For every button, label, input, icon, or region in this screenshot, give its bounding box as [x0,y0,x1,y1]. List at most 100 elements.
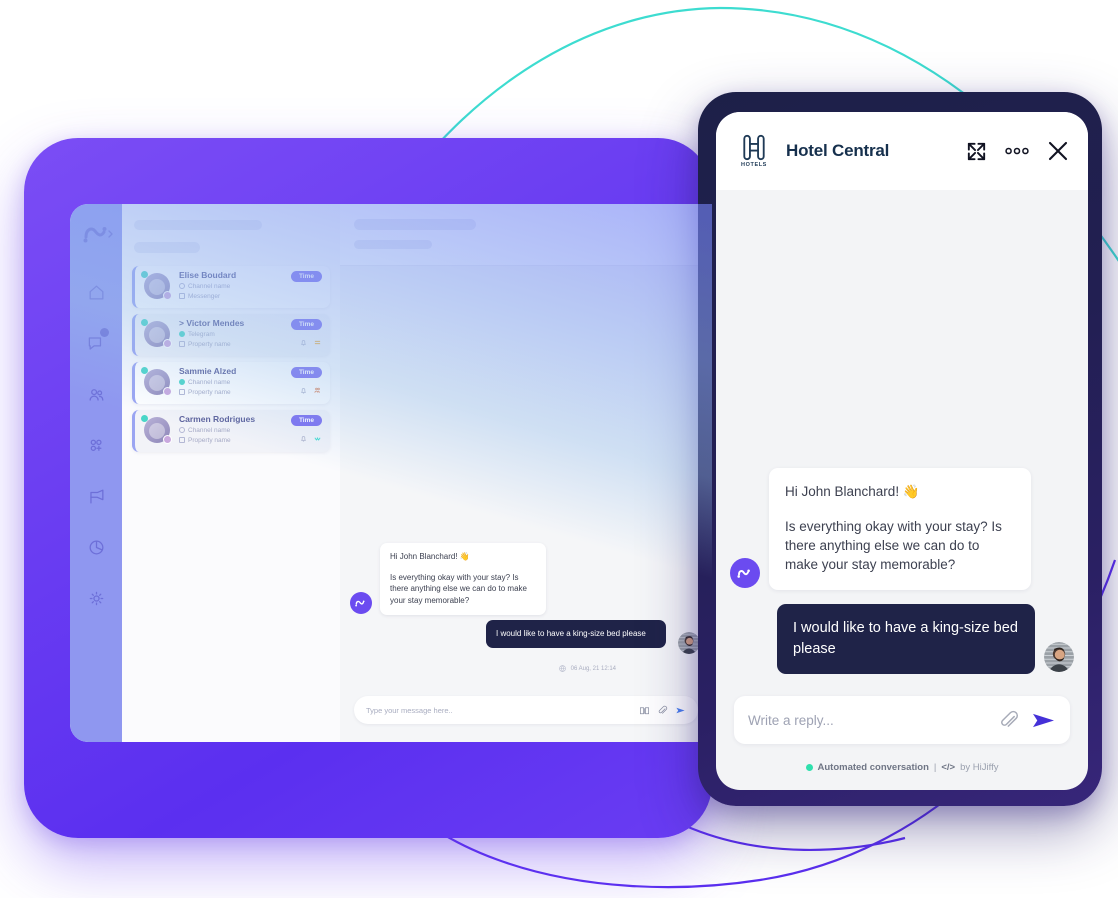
list-item-name: Carmen Rodrigues [179,414,256,424]
list-item-name: Sammie Alzed [179,366,237,376]
online-dot [141,271,148,278]
paperclip-icon[interactable] [998,710,1019,731]
check-icon [314,437,321,441]
campaigns-icon [89,489,103,503]
avatar [350,592,372,614]
conversation-list-panel: Elise Boudard Channel name Messenger Tim… [122,204,340,742]
sidebar-item-settings[interactable] [70,580,122,616]
message-line: Is everything okay with your stay? Is th… [390,572,527,605]
hijiffy-bot-icon [355,600,365,607]
input-placeholder: Type your message here.. [366,705,453,715]
sidebar-item-conversations[interactable] [70,325,122,361]
dashboard-chat-header [340,204,712,266]
list-item-actions[interactable] [299,434,322,443]
skeleton-contact-meta [354,240,432,249]
list-item[interactable]: Sammie Alzed Channel name Property name … [132,362,330,404]
message-line: I would like to have a king-size bed ple… [496,629,646,638]
send-icon[interactable] [1031,710,1056,731]
home-icon [89,285,103,299]
sidebar-item-campaigns[interactable] [70,478,122,514]
widget-message-area: Hi John Blanchard! 👋 Is everything okay … [716,190,1088,696]
settings-icon [89,591,103,605]
list-item-property: Property name [179,341,231,348]
message-row-user: I would like to have a king-size bed ple… [730,603,1074,674]
add-contact-icon [90,439,102,451]
contacts-icon [89,388,103,401]
message-line: Is everything okay with your stay? Is th… [785,518,1002,572]
list-item-actions[interactable] [299,386,322,395]
list-item-actions[interactable] [299,338,322,347]
more-options-icon[interactable] [1004,145,1030,157]
status-badge: Time [290,271,322,282]
message-row-bot: Hi John Blanchard! 👋 Is everything okay … [730,468,1074,590]
skeleton-subtitle [134,242,200,253]
status-badge: Time [290,415,322,426]
list-item[interactable]: Elise Boudard Channel name Messenger Tim… [132,266,330,308]
people-icon [314,387,320,393]
hotel-logo-caption: HOTELS [741,162,767,168]
timestamp-text: 06 Aug, 21 12:14 [570,665,616,672]
sidebar-item-contacts[interactable] [70,376,122,412]
widget-footer: Automated conversation | </> by HiJiffy [716,744,1088,790]
dashboard-message-input[interactable]: Type your message here.. [354,696,698,724]
hijiffy-bot-icon [737,569,750,578]
sidebar-item-home[interactable] [70,274,122,310]
message-bubble-bot: Hi John Blanchard! 👋 Is everything okay … [769,468,1031,590]
message-timestamp: 06 Aug, 21 12:14 [558,664,616,673]
send-icon[interactable] [675,705,686,716]
message-list: Hi John Blanchard! 👋 Is everything okay … [716,468,1088,688]
reply-placeholder: Write a reply... [748,712,834,728]
code-icon: </> [941,761,956,773]
skeleton-contact-name [354,219,476,230]
list-item[interactable]: Carmen Rodrigues Channel name Property n… [132,410,330,452]
online-dot [141,415,148,422]
footer-credit: by HiJiffy [960,761,999,773]
list-item-name: > Victor Mendes [179,318,245,328]
footer-separator: | [933,761,937,773]
status-badge: Time [290,319,322,330]
online-dot [141,319,148,326]
online-dot [141,367,148,374]
list-item-name: Elise Boudard [179,270,237,280]
expand-icon[interactable] [965,140,988,163]
bell-icon [301,340,306,346]
message-line: I would like to have a king-size bed ple… [793,619,1018,657]
channel-dot [163,435,172,444]
dashboard-chat-panel: Hi John Blanchard! 👋 Is everything okay … [340,204,712,742]
bell-icon [301,388,306,394]
widget-header: HOTELS Hotel Central [716,112,1088,190]
close-icon[interactable] [1046,139,1070,163]
list-item[interactable]: > Victor Mendes Telegram Property name T… [132,314,330,356]
sidebar-item-add-contact[interactable] [70,427,122,463]
dashboard-nav-rail [70,204,122,742]
hijiffy-logo-icon[interactable] [80,220,116,248]
paperclip-icon[interactable] [657,705,668,716]
message-line: Hi John Blanchard! 👋 [390,552,470,561]
hotel-logo-icon: HOTELS [734,128,774,174]
globe-icon [558,665,566,672]
avatar [730,557,760,588]
page-title: Hotel Central [786,141,890,160]
bell-icon [301,436,306,442]
sidebar-item-analytics[interactable] [70,529,122,565]
analytics-icon [89,540,103,554]
status-indicator-dot [805,763,813,771]
channel-dot [163,339,172,348]
automation-status: Automated conversation [817,761,929,773]
message-bubble-user: I would like to have a king-size bed ple… [777,603,1035,674]
status-badge: Time [290,367,322,378]
widget-header-actions [965,139,1070,163]
chat-widget: HOTELS Hotel Central Hi John Blanchard! … [716,112,1088,790]
list-item-channel: Telegram [179,331,215,338]
lines-icon [314,340,321,345]
dashboard-window: Elise Boudard Channel name Messenger Tim… [70,204,712,742]
user-avatar-photo [678,632,700,654]
reply-input[interactable]: Write a reply... [734,696,1070,744]
list-item-property: Messenger [179,293,220,300]
notification-badge [100,328,109,337]
list-item-property: Property name [179,437,231,444]
skeleton-title [134,220,262,230]
knowledge-base-icon[interactable] [639,705,650,716]
user-avatar-photo [1044,642,1074,672]
list-item-channel: Channel name [179,427,230,434]
